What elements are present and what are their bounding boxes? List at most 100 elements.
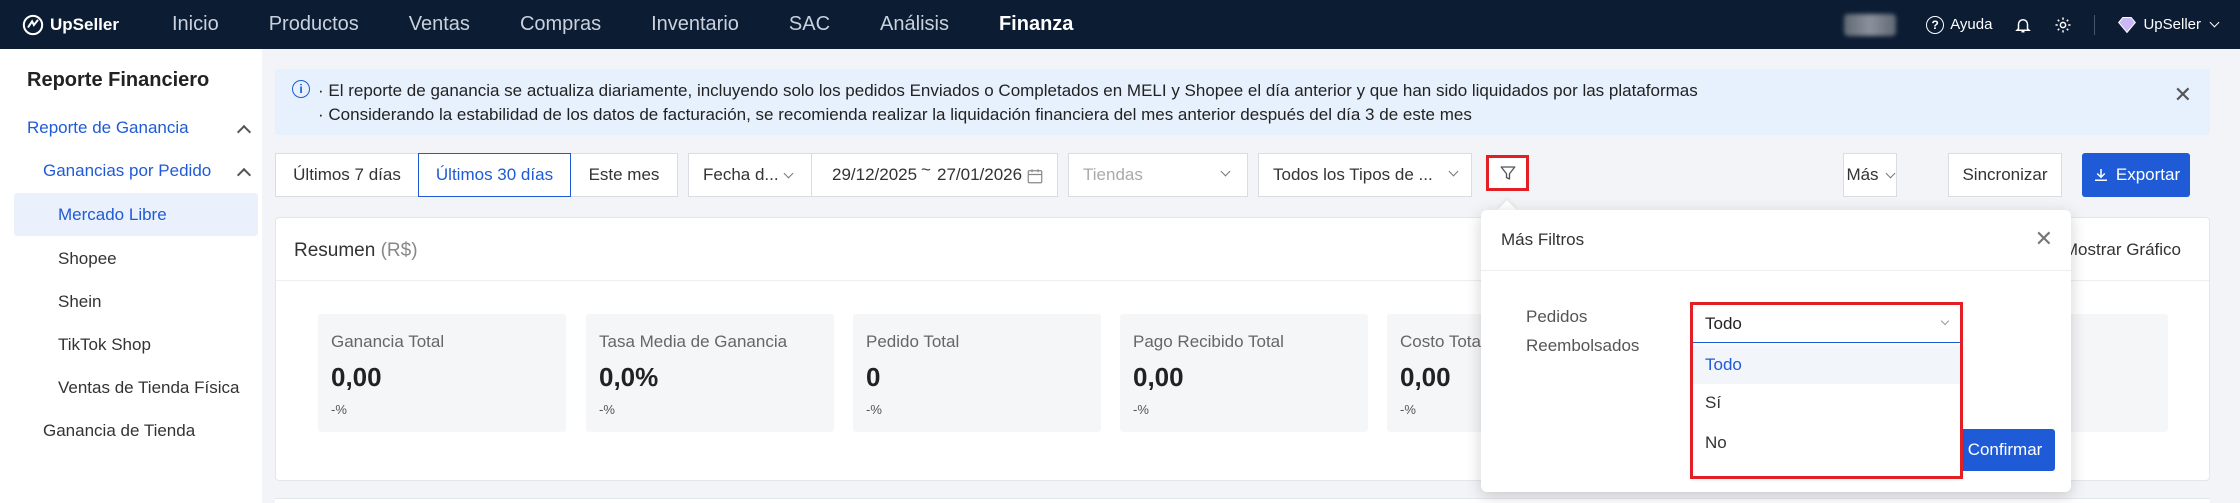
types-value: Todos los Tipos de ... — [1273, 165, 1433, 184]
sidebar-item-tiktok-shop[interactable]: TikTok Shop — [58, 335, 151, 355]
date-range-picker: Fecha d... 29/12/2025 ~ 27/01/2026 — [688, 153, 1058, 197]
stat-card: Pago Recibido Total 0,00 -% — [1120, 314, 1368, 432]
filter-icon — [1500, 166, 1515, 180]
stores-select[interactable]: Tiendas — [1068, 153, 1248, 197]
sidebar-title: Reporte Financiero — [27, 69, 210, 91]
chevron-down-icon — [1220, 166, 1231, 177]
gear-icon[interactable] — [2054, 16, 2072, 34]
export-button[interactable]: Exportar — [2082, 153, 2190, 197]
range-tab-7-dias[interactable]: Últimos 7 días — [275, 153, 419, 197]
chevron-down-icon — [1940, 316, 1950, 326]
nav-item-ventas[interactable]: Ventas — [409, 13, 470, 36]
date-end[interactable]: 27/01/2026 — [937, 165, 1022, 185]
sidebar: Reporte Financiero Reporte de Ganancia G… — [0, 49, 262, 503]
stat-value: 0,00 — [1400, 362, 1451, 392]
summary-title-text: Resumen — [294, 240, 376, 261]
sync-button[interactable]: Sincronizar — [1948, 153, 2062, 197]
banner-line-1: · El reporte de ganancia se actualiza di… — [318, 81, 1698, 100]
sidebar-item-ganancia-tienda[interactable]: Ganancia de Tienda — [43, 421, 195, 441]
summary-title: Resumen (R$) — [294, 240, 418, 262]
summary-currency: (R$) — [380, 240, 418, 261]
chevron-up-icon[interactable] — [236, 167, 252, 183]
stores-placeholder: Tiendas — [1083, 165, 1143, 184]
refund-label-line2: Reembolsados — [1526, 336, 1640, 355]
nav-item-finanza[interactable]: Finanza — [999, 13, 1073, 36]
info-icon: i — [292, 80, 310, 98]
nav-item-compras[interactable]: Compras — [520, 13, 601, 36]
nav-divider — [2094, 14, 2096, 35]
chevron-up-icon[interactable] — [236, 124, 252, 140]
stat-value: 0,00 — [1133, 362, 1184, 392]
more-filters-button[interactable] — [1486, 155, 1529, 191]
info-banner: i · El reporte de ganancia se actualiza … — [275, 69, 2210, 135]
top-nav: UpSeller Inicio Productos Ventas Compras… — [0, 0, 2240, 49]
stat-label: Costo Total — [1400, 332, 1485, 351]
bell-icon[interactable] — [2014, 16, 2032, 34]
next-panel-edge — [275, 498, 2210, 503]
option-todo[interactable]: Todo — [1693, 346, 1960, 384]
refund-label-line1: Pedidos — [1526, 307, 1588, 326]
nav-item-productos[interactable]: Productos — [269, 13, 359, 36]
help-link[interactable]: ? Ayuda — [1926, 15, 1993, 34]
user-menu[interactable]: UpSeller — [2117, 16, 2220, 34]
help-label: Ayuda — [1950, 16, 1993, 33]
export-label: Exportar — [2115, 165, 2181, 184]
refund-filter-label: Pedidos Reembolsados — [1526, 302, 1639, 360]
more-label: Más — [1846, 165, 1879, 184]
blurred-account[interactable] — [1844, 13, 1897, 36]
sidebar-subgroup-ganancias-pedido[interactable]: Ganancias por Pedido — [43, 161, 211, 181]
chevron-down-icon — [1448, 166, 1459, 177]
stat-value: 0 — [866, 362, 881, 392]
sidebar-item-tienda-fisica[interactable]: Ventas de Tienda Física — [58, 378, 239, 398]
option-si[interactable]: Sí — [1693, 384, 1960, 422]
date-separator: ~ — [921, 160, 931, 179]
main-menu: Inicio Productos Ventas Compras Inventar… — [172, 13, 1123, 36]
stat-label: Ganancia Total — [331, 332, 445, 351]
upseller-logo-icon — [22, 14, 44, 35]
refund-select[interactable]: Todo — [1693, 305, 1960, 343]
range-tab-este-mes[interactable]: Este mes — [570, 153, 678, 197]
upseller-logo[interactable]: UpSeller — [22, 14, 172, 36]
stat-change: -% — [1400, 402, 1416, 417]
stat-change: -% — [866, 402, 882, 417]
stat-value: 0,0% — [599, 362, 659, 392]
stat-change: -% — [1133, 402, 1149, 417]
date-divider — [811, 154, 812, 196]
calendar-icon[interactable] — [1026, 167, 1044, 185]
refund-select-value: Todo — [1705, 313, 1742, 333]
sidebar-item-shopee[interactable]: Shopee — [58, 249, 117, 269]
nav-item-inventario[interactable]: Inventario — [651, 13, 739, 36]
stat-label: Pedido Total — [866, 332, 960, 351]
nav-right: ? Ayuda UpSeller — [1844, 0, 2220, 49]
date-start[interactable]: 29/12/2025 — [832, 165, 917, 185]
confirm-button[interactable]: Confirmar — [1955, 429, 2055, 471]
stat-card: Pedido Total 0 -% — [853, 314, 1101, 432]
banner-line-2: · Considerando la estabilidad de los dat… — [318, 105, 1472, 124]
stat-card: Tasa Media de Ganancia 0,0% -% — [586, 314, 834, 432]
types-select[interactable]: Todos los Tipos de ... — [1258, 153, 1472, 197]
nav-item-inicio[interactable]: Inicio — [172, 13, 219, 36]
more-button[interactable]: Más — [1843, 153, 1897, 197]
stat-label: Tasa Media de Ganancia — [599, 332, 788, 351]
close-icon[interactable]: ✕ — [2035, 226, 2053, 252]
nav-item-sac[interactable]: SAC — [789, 13, 830, 36]
chevron-down-icon — [783, 168, 794, 178]
export-icon — [2094, 169, 2107, 181]
close-icon[interactable]: ✕ — [2174, 82, 2192, 108]
sidebar-item-mercado-libre[interactable]: Mercado Libre — [58, 205, 167, 225]
app-name: UpSeller — [50, 14, 119, 34]
user-name: UpSeller — [2143, 16, 2201, 33]
nav-item-analisis[interactable]: Análisis — [880, 13, 949, 36]
sidebar-item-shein[interactable]: Shein — [58, 292, 101, 312]
option-no[interactable]: No — [1693, 424, 1960, 462]
sidebar-group-reporte-ganancia[interactable]: Reporte de Ganancia — [27, 118, 189, 138]
date-type-select[interactable]: Fecha d... — [703, 165, 779, 185]
stat-change: -% — [599, 402, 615, 417]
refund-options-list: Todo Sí No — [1693, 346, 1960, 476]
popover-title: Más Filtros — [1501, 230, 1585, 249]
chevron-down-icon — [2209, 17, 2220, 28]
chevron-down-icon — [1885, 168, 1896, 178]
range-tab-30-dias[interactable]: Últimos 30 días — [418, 153, 571, 197]
stat-label: Pago Recibido Total — [1133, 332, 1284, 351]
show-graph-link[interactable]: Mostrar Gráfico — [2064, 240, 2181, 260]
